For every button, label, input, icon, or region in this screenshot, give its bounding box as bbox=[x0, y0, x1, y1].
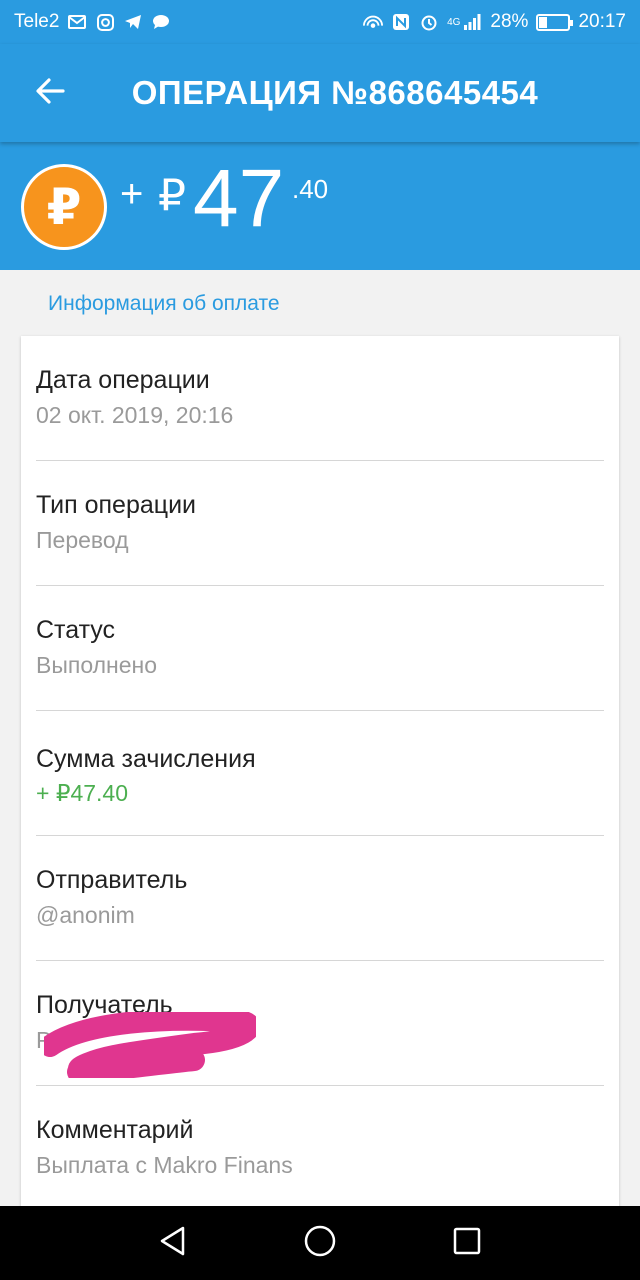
amount-currency: ₽ bbox=[158, 171, 186, 220]
chat-icon bbox=[151, 12, 171, 32]
back-triangle-icon bbox=[158, 1225, 188, 1262]
nav-back-button[interactable] bbox=[143, 1213, 203, 1273]
nav-home-button[interactable] bbox=[290, 1213, 350, 1273]
ruble-coin-icon: ₽ bbox=[21, 164, 107, 250]
detail-label: Статус bbox=[36, 616, 116, 644]
detail-label: Дата операции bbox=[36, 366, 210, 394]
detail-row-amount: Сумма зачисления + ₽47.40 bbox=[36, 711, 604, 836]
detail-row-status: Статус Выполнено bbox=[36, 586, 604, 711]
detail-value: @anonim bbox=[36, 902, 135, 928]
detail-label: Сумма зачисления bbox=[36, 745, 256, 773]
detail-label: Тип операции bbox=[36, 491, 197, 519]
detail-value: + ₽47.40 bbox=[36, 780, 129, 806]
battery-fill bbox=[539, 16, 548, 28]
app-bar: ОПЕРАЦИЯ №868645454 bbox=[0, 44, 640, 142]
home-circle-icon bbox=[303, 1224, 337, 1263]
telegram-icon bbox=[123, 12, 143, 32]
hotspot-icon bbox=[363, 12, 384, 32]
instagram-icon bbox=[95, 12, 115, 32]
network-type-label: 4G bbox=[447, 16, 461, 28]
section-title: Информация об оплате bbox=[48, 292, 280, 315]
detail-value: Выплата с Makro Finans bbox=[36, 1152, 293, 1178]
mail-icon bbox=[67, 12, 87, 32]
nfc-icon bbox=[391, 12, 411, 32]
nav-recents-button[interactable] bbox=[437, 1213, 497, 1273]
clock: 20:17 bbox=[578, 11, 626, 32]
status-bar: Tele2 4G 28% 20:17 bbox=[0, 0, 640, 44]
amount-integer: 47 bbox=[193, 153, 285, 244]
payment-details-card: Дата операции 02 окт. 2019, 20:16 Тип оп… bbox=[21, 336, 619, 1216]
system-nav-bar bbox=[0, 1206, 640, 1280]
detail-label: Комментарий bbox=[36, 1116, 194, 1144]
signal-icon bbox=[462, 12, 482, 32]
battery-percent: 28% bbox=[490, 11, 529, 32]
detail-value: Выполнено bbox=[36, 652, 158, 678]
detail-label: Отправитель bbox=[36, 866, 188, 894]
alarm-icon bbox=[419, 12, 439, 32]
amount-fraction: .40 bbox=[292, 174, 329, 204]
amount-header: ₽ + ₽ 47 .40 bbox=[0, 142, 640, 270]
detail-row-sender: Отправитель @anonim bbox=[36, 836, 604, 961]
carrier-label: Tele2 bbox=[14, 11, 60, 32]
coin-symbol: ₽ bbox=[46, 179, 82, 235]
arrow-left-icon bbox=[35, 77, 65, 109]
detail-value: 02 окт. 2019, 20:16 bbox=[36, 402, 234, 428]
back-button[interactable] bbox=[20, 63, 80, 123]
redaction-scribble bbox=[44, 1012, 256, 1078]
battery-icon bbox=[536, 13, 574, 31]
status-right: 4G 28% 20:17 bbox=[363, 11, 626, 33]
detail-row-comment: Комментарий Выплата с Makro Finans bbox=[36, 1086, 604, 1211]
detail-value: Перевод bbox=[36, 527, 129, 553]
detail-row-type: Тип операции Перевод bbox=[36, 461, 604, 586]
amount-sign: + bbox=[120, 172, 144, 216]
recents-square-icon bbox=[452, 1226, 482, 1261]
detail-row-date: Дата операции 02 окт. 2019, 20:16 bbox=[36, 336, 604, 461]
status-left: Tele2 bbox=[14, 11, 171, 33]
page-title: ОПЕРАЦИЯ №868645454 bbox=[131, 74, 539, 111]
